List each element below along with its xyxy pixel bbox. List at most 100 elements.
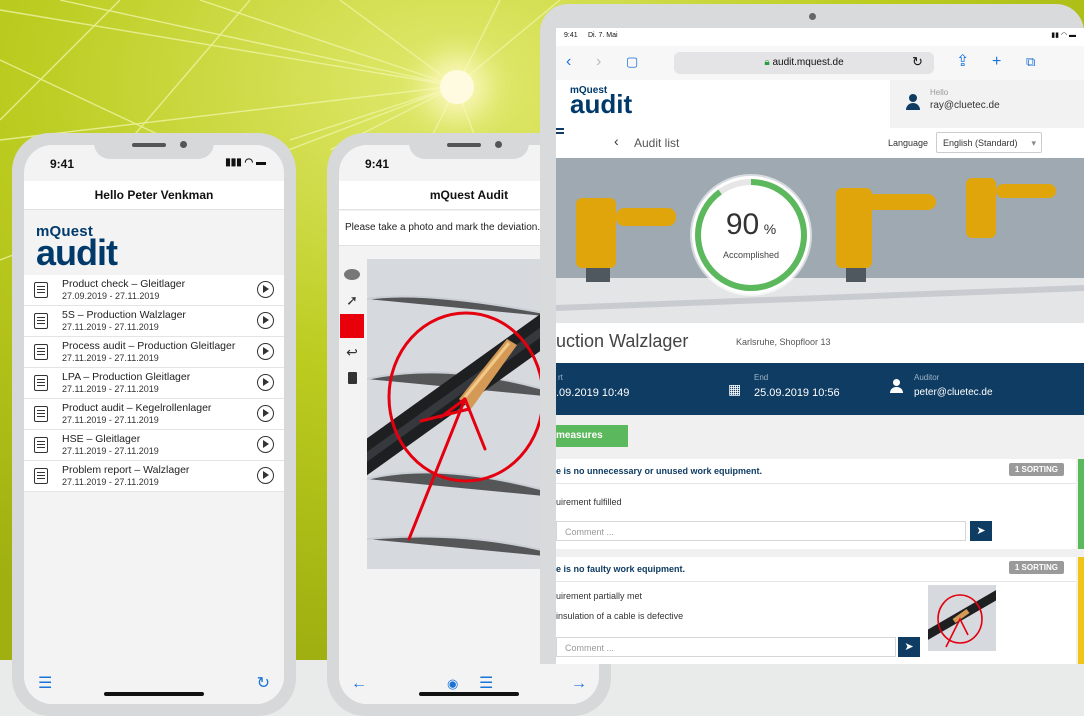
answer-text: uirement partially met: [556, 591, 643, 601]
greeting: Hello: [930, 88, 949, 97]
play-icon[interactable]: [257, 281, 274, 298]
lasso-icon[interactable]: [339, 261, 365, 287]
answer-text: uirement fulfilled: [556, 497, 622, 507]
tablet-camera: [809, 13, 816, 20]
comment-input[interactable]: Comment ...: [556, 521, 966, 541]
forward-icon[interactable]: ›: [596, 52, 601, 72]
bookmarks-icon[interactable]: ▢: [626, 52, 638, 72]
progress-value-wrap: 90 %: [692, 208, 810, 242]
tabs-icon[interactable]: ⧉: [1026, 52, 1035, 72]
audit-name: Problem report – Walzlager: [62, 464, 190, 476]
chevron-down-icon: ▾: [1031, 138, 1036, 148]
list-icon[interactable]: ☰: [38, 676, 52, 692]
progress-unit: %: [763, 221, 777, 237]
progress-label: Accomplished: [722, 250, 780, 260]
question-text: e is no unnecessary or unused work equip…: [556, 466, 763, 476]
arrow-icon[interactable]: ➚: [339, 287, 365, 313]
audit-info-band: rt .09.2019 10:49 ▦ End 25.09.2019 10:56…: [556, 363, 1084, 415]
color-swatch[interactable]: [339, 313, 365, 339]
reload-icon[interactable]: ↻: [912, 52, 923, 72]
phone-notch: [409, 133, 529, 159]
auditor-label: Auditor: [914, 373, 940, 382]
measures-button[interactable]: measures: [556, 425, 628, 447]
lock-icon: 🔒︎: [764, 57, 770, 68]
new-tab-icon[interactable]: +: [992, 52, 1001, 72]
category-badge: 1 SORTING: [1008, 463, 1064, 476]
send-icon[interactable]: ➤: [898, 637, 920, 657]
list-item[interactable]: Process audit – Production Gleitlager 27.…: [24, 337, 284, 368]
back-chevron-icon[interactable]: ‹: [614, 133, 619, 149]
send-icon[interactable]: ➤: [970, 521, 992, 541]
tablet-screen: 9:41 Di. 7. Mai ▮▮ ◠ ▬ ‹ › ▢ 🔒︎ audit.mq…: [556, 28, 1084, 664]
clipboard-icon: [34, 344, 48, 360]
language-select[interactable]: English (Standard) ▾: [936, 132, 1042, 153]
share-icon[interactable]: ⇪: [956, 52, 969, 72]
url-text: audit.mquest.de: [772, 57, 844, 68]
logo-big-text: audit: [570, 89, 633, 119]
status-time: 9:41: [50, 157, 75, 171]
clipboard-icon: [34, 313, 48, 329]
audit-name: LPA – Production Gleitlager: [62, 371, 191, 383]
page-title: Hello Peter Venkman: [24, 181, 284, 210]
back-arrow-icon[interactable]: ←: [351, 676, 367, 692]
evidence-thumbnail[interactable]: [928, 585, 996, 651]
light-glow: [440, 70, 474, 104]
mquest-audit-logo: mQuest audit: [570, 85, 633, 119]
address-bar[interactable]: 🔒︎ audit.mquest.de: [674, 52, 934, 74]
forward-arrow-icon[interactable]: →: [571, 676, 587, 692]
audit-list: Product check – Gleitlager 27.09.2019 - 2…: [24, 275, 284, 492]
status-time: 9:41: [564, 32, 578, 39]
question-card: e is no faulty work equipment. 1 SORTING…: [556, 557, 1084, 664]
audit-dates: 27.09.2019 - 27.11.2019: [62, 291, 160, 301]
list-icon[interactable]: ☰: [479, 676, 493, 692]
status-bar-green: [1078, 459, 1084, 549]
app-header: mQuest audit Hello ray@cluetec.de: [556, 80, 1084, 129]
clipboard-icon: [34, 406, 48, 422]
help-icon[interactable]: ◉: [447, 676, 458, 692]
end-label: End: [754, 373, 769, 382]
language-value: English (Standard): [943, 138, 1018, 148]
note-text: insulation of a cable is defective: [556, 611, 684, 621]
ios-status-bar: 9:41 Di. 7. Mai ▮▮ ◠ ▬: [556, 28, 1084, 46]
list-item[interactable]: 5S – Production Walzlager 27.11.2019 - 27…: [24, 306, 284, 337]
back-label[interactable]: Audit list: [634, 136, 679, 150]
hero-image: 90 % Accomplished: [556, 158, 1084, 323]
bottom-toolbar: ← ◉ ☰ →: [339, 666, 599, 704]
bottom-toolbar: ☰ ↻: [24, 666, 284, 704]
logo-big-text: audit: [36, 232, 118, 273]
list-item[interactable]: LPA – Production Gleitlager 27.11.2019 - …: [24, 368, 284, 399]
phone-screen: 9:41 ▮▮▮ ◠ ▬ Hello Peter Venkman mQuest …: [24, 145, 284, 704]
play-icon[interactable]: [257, 467, 274, 484]
audit-name: Product audit – Kegelrollenlager: [62, 402, 212, 414]
play-icon[interactable]: [257, 312, 274, 329]
undo-icon[interactable]: ↩: [339, 339, 365, 365]
user-area[interactable]: Hello ray@cluetec.de: [890, 80, 1084, 128]
play-icon[interactable]: [257, 436, 274, 453]
list-item[interactable]: HSE – Gleitlager 27.11.2019 - 27.11.2019: [24, 430, 284, 461]
play-icon[interactable]: [257, 374, 274, 391]
start-label: rt: [558, 373, 563, 382]
audit-dates: 27.11.2019 - 27.11.2019: [62, 384, 159, 394]
list-item[interactable]: Product audit – Kegelrollenlager 27.11.20…: [24, 399, 284, 430]
list-item[interactable]: Problem report – Walzlager 27.11.2019 - 2…: [24, 461, 284, 492]
comment-input[interactable]: Comment ...: [556, 637, 896, 657]
category-badge: 1 SORTING: [1008, 561, 1064, 574]
auditor-icon: [890, 377, 903, 393]
mquest-audit-logo: mQuest audit: [36, 223, 118, 273]
refresh-icon[interactable]: ↻: [257, 676, 270, 692]
audit-title: uction Walzlager: [556, 331, 689, 351]
play-icon[interactable]: [257, 405, 274, 422]
question-text: e is no faulty work equipment.: [556, 564, 686, 574]
play-icon[interactable]: [257, 343, 274, 360]
tablet-device: 9:41 Di. 7. Mai ▮▮ ◠ ▬ ‹ › ▢ 🔒︎ audit.mq…: [540, 4, 1084, 664]
audit-dates: 27.11.2019 - 27.11.2019: [62, 322, 159, 332]
menu-icon[interactable]: [556, 128, 566, 158]
audit-location: Karlsruhe, Shopfloor 13: [736, 337, 831, 347]
audit-dates: 27.11.2019 - 27.11.2019: [62, 446, 159, 456]
list-item[interactable]: Product check – Gleitlager 27.09.2019 - 2…: [24, 275, 284, 306]
audit-dates: 27.11.2019 - 27.11.2019: [62, 477, 159, 487]
clipboard-icon: [34, 375, 48, 391]
status-icons: ▮▮ ◠ ▬: [1051, 32, 1076, 39]
trash-icon[interactable]: [339, 365, 365, 391]
back-icon[interactable]: ‹: [566, 52, 571, 72]
